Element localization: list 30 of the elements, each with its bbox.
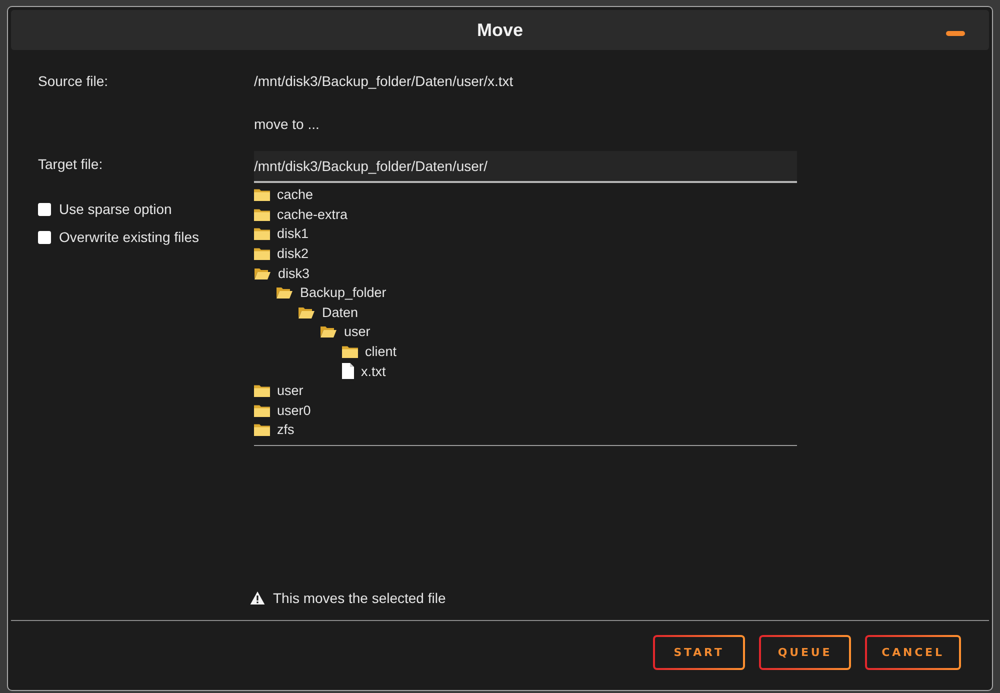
minimize-button[interactable] — [946, 30, 965, 36]
tree-folder-item[interactable]: Backup_folder — [276, 282, 386, 303]
option-label: Overwrite existing files — [59, 228, 200, 247]
notice-text: This moves the selected file — [273, 589, 446, 608]
checkbox[interactable] — [38, 202, 51, 216]
option-label: Use sparse option — [59, 200, 172, 219]
tree-folder-item[interactable]: client — [342, 342, 397, 362]
tree-folder-item[interactable]: user — [254, 380, 304, 401]
file-icon — [342, 363, 354, 380]
field-label: Source file: — [38, 72, 108, 91]
tree-folder-item[interactable]: cache — [254, 185, 314, 205]
warning-icon — [250, 591, 265, 605]
dialog-title: Move — [476, 20, 523, 40]
action-button[interactable]: START — [653, 635, 745, 670]
field-label: Target file: — [38, 155, 103, 174]
tree-folder-item[interactable]: disk2 — [254, 244, 309, 264]
tree-folder-item[interactable]: user — [320, 322, 370, 342]
move-to-label: move to ... — [254, 115, 320, 134]
source-path: /mnt/disk3/Backup_folder/Daten/user/x.txt — [254, 72, 514, 91]
tree-folder-item[interactable]: user0 — [254, 400, 311, 420]
tree-folder-item[interactable]: disk3 — [254, 263, 310, 283]
tree-folder-item[interactable]: Daten — [298, 302, 358, 322]
tree-folder-item[interactable]: disk1 — [254, 224, 309, 244]
tree-file-item[interactable]: x.txt — [342, 361, 386, 381]
action-button[interactable]: QUEUE — [759, 635, 851, 670]
tree-folder-item[interactable]: cache-extra — [254, 204, 348, 224]
target-field[interactable]: /mnt/disk3/Backup_folder/Daten/user/ — [254, 151, 797, 183]
tree-folder-item[interactable]: zfs — [254, 420, 294, 440]
action-button[interactable]: CANCEL — [865, 635, 961, 670]
checkbox[interactable] — [38, 230, 51, 244]
